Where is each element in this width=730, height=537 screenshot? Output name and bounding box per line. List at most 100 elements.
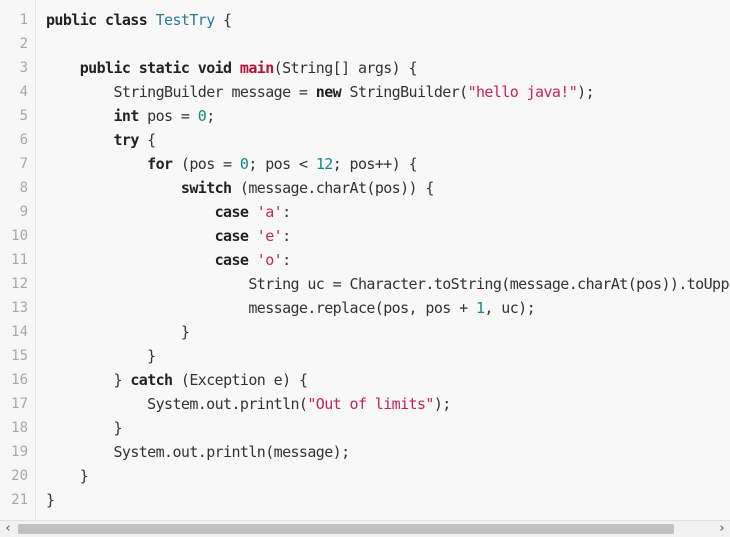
line-number: 5 <box>19 108 28 124</box>
code-line: } catch (Exception e) { <box>46 368 308 392</box>
code-token: (message.charAt(pos)) { <box>231 179 435 197</box>
code-line: public static void main(String[] args) { <box>46 56 418 80</box>
line-number: 7 <box>19 156 28 172</box>
code-line: try { <box>46 128 156 152</box>
code-token: } <box>113 419 122 437</box>
line-number: 2 <box>19 36 28 52</box>
code-line: System.out.println(message); <box>46 440 350 464</box>
code-line: StringBuilder message = new StringBuilde… <box>46 80 594 104</box>
code-token: : <box>282 203 291 221</box>
code-token: catch <box>130 371 173 389</box>
line-number: 10 <box>11 228 28 244</box>
code-line: } <box>46 320 190 344</box>
code-token: } <box>113 371 131 389</box>
code-line: message.replace(pos, pos + 1, uc); <box>46 296 535 320</box>
code-token: System.out.println(message); <box>113 443 350 461</box>
line-number: 15 <box>11 348 28 364</box>
code-token: "hello java!" <box>467 83 578 101</box>
line-number: 20 <box>11 468 28 484</box>
code-token: (Exception e) { <box>172 371 308 389</box>
code-token: ; pos < <box>248 155 316 173</box>
code-line: public class TestTry { <box>46 8 232 32</box>
code-line: case 'e': <box>46 224 292 248</box>
code-line: String uc = Character.toString(message.c… <box>46 272 730 296</box>
line-number: 4 <box>19 84 28 100</box>
code-line: } <box>46 488 55 512</box>
code-token: new <box>315 83 342 101</box>
code-token: main <box>239 59 274 77</box>
code-token: System.out.println( <box>147 395 308 413</box>
code-token: "Out of limits" <box>307 395 434 413</box>
line-number: 6 <box>19 132 28 148</box>
code-token: ; <box>206 107 215 125</box>
line-number: 17 <box>11 396 28 412</box>
line-number: 14 <box>11 324 28 340</box>
code-area[interactable]: public class TestTry { public static voi… <box>46 0 730 520</box>
code-token: 0 <box>197 107 207 125</box>
code-token: 12 <box>315 155 333 173</box>
horizontal-scrollbar[interactable]: ‹ › <box>0 520 730 537</box>
code-editor[interactable]: 1 2 3 4 5 6 7 8 9 10 11 12 13 14 15 16 17 18 19 20 21 public… <box>0 0 730 520</box>
scroll-left-icon[interactable]: ‹ <box>0 521 16 537</box>
code-token: ; pos++) { <box>332 155 418 173</box>
code-token: 'a' <box>256 203 283 221</box>
code-token: message.replace(pos, pos + <box>248 299 476 317</box>
code-line: switch (message.charAt(pos)) { <box>46 176 435 200</box>
code-line: } <box>46 464 89 488</box>
code-token: ); <box>577 83 595 101</box>
code-line: for (pos = 0; pos < 12; pos++) { <box>46 152 417 176</box>
line-number-gutter: 1 2 3 4 5 6 7 8 9 10 11 12 13 14 15 16 17 18 19 20 21 <box>0 0 36 520</box>
code-token: : <box>282 251 291 269</box>
line-number: 3 <box>19 60 28 76</box>
line-number: 11 <box>11 252 28 268</box>
code-token: StringBuilder message = <box>113 83 316 101</box>
code-token: (pos = <box>172 155 240 173</box>
line-number: 9 <box>19 204 28 220</box>
line-number: 16 <box>11 372 28 388</box>
code-token: case <box>214 251 249 269</box>
code-line: int pos = 0; <box>46 104 215 128</box>
line-number: 13 <box>11 300 28 316</box>
line-number: 1 <box>19 12 28 28</box>
code-token: public static void <box>79 59 240 77</box>
code-token: } <box>46 491 55 509</box>
code-line: System.out.println("Out of limits"); <box>46 392 451 416</box>
code-token: case <box>214 227 249 245</box>
code-token: 'o' <box>256 251 283 269</box>
line-number: 8 <box>19 180 28 196</box>
code-token: try <box>113 131 139 149</box>
code-token: String uc = Character.toString(message.c… <box>248 275 730 293</box>
code-token: case <box>214 203 249 221</box>
code-token: ); <box>433 395 451 413</box>
scrollbar-thumb[interactable] <box>18 524 674 534</box>
code-token: pos = <box>138 107 198 125</box>
code-token: public class <box>46 11 156 29</box>
code-token: { <box>138 131 156 149</box>
scroll-right-icon[interactable]: › <box>714 521 730 537</box>
code-token: , uc); <box>484 299 536 317</box>
code-token: { <box>214 11 232 29</box>
code-token: } <box>180 323 190 341</box>
code-token: } <box>79 467 89 485</box>
code-token: : <box>282 227 291 245</box>
